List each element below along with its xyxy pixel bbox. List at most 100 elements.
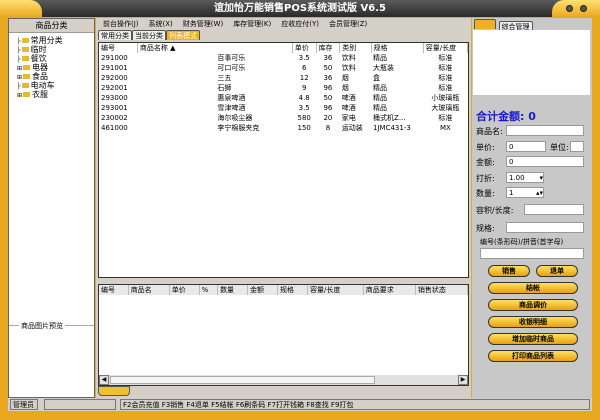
column-header[interactable]: 单价 [292,43,317,53]
table-cell: 293001 [101,104,128,112]
tree-item-label: 衣服 [32,90,49,99]
title-bar: 谊加怡万能销售POS系统测试版 V6.5 [0,0,600,17]
return-button[interactable]: 退单 [536,265,578,277]
tree-item[interactable]: ⊞ 电器 [11,63,94,72]
expand-icon[interactable]: ⊞ [17,74,22,81]
menu-item[interactable]: 财务管理(W) [183,20,223,28]
title-corner-right [552,0,600,17]
discount-label: 打折: [476,174,495,183]
expand-icon[interactable]: ⊞ [17,65,22,72]
table-cell: 家电 [341,114,356,122]
table-row[interactable]: 292000 三五 12 36 烟 盒 标准 [99,73,468,83]
chevron-down-icon[interactable]: ▾ [539,173,543,183]
volume-input[interactable] [524,204,584,215]
name-label: 商品名: [476,127,503,136]
category-header: 商品分类 [9,19,94,33]
table-cell: 50 [323,64,333,72]
column-header[interactable]: % [199,285,219,295]
tab-view[interactable]: 常用分类 [98,30,132,40]
discount-select[interactable]: 1.00 ▾ [506,172,544,183]
tab-view[interactable]: 列表模式 [166,30,200,40]
tree-item[interactable]: ⊞ 食品 [11,72,94,81]
tab-right-1[interactable] [474,19,496,29]
column-header[interactable]: 编号 [99,285,129,295]
tree-item[interactable]: ├ 临时 [11,45,94,54]
price-label: 单价: [476,143,495,152]
total-label: 合计金额: [476,110,525,123]
menu-item[interactable]: 应收应付(Y) [281,20,319,28]
menu-item[interactable]: 库存管理(K) [233,20,271,28]
tree-item[interactable]: ├ 电动车 [11,81,94,90]
table-row[interactable]: 293001 雪津啤酒 3.5 96 啤酒 精品 大玻璃瓶 [99,103,468,113]
add-temp-product-button[interactable]: 增加临时商品 [488,333,578,345]
product-name-input[interactable] [506,125,584,136]
table-cell: 36 [323,54,333,62]
total-value: 0 [528,110,536,123]
tab-view[interactable]: 当前分类 [132,30,166,40]
column-header[interactable]: 容量/长度 [423,43,469,53]
table-cell: 百事可乐 [217,54,246,62]
column-header[interactable]: 单价 [169,285,200,295]
column-header[interactable]: 商品名称 ▲ [137,43,293,53]
bottom-tab[interactable] [98,386,130,396]
scroll-left-icon[interactable]: ◀ [99,375,109,385]
preview-label: 商品图片预览 [19,321,65,331]
column-header[interactable]: 数量 [217,285,249,295]
column-header[interactable]: 规格 [371,43,424,53]
menu-item[interactable]: 前台操作(J) [103,20,139,28]
folder-icon [21,56,29,61]
stepper-icon[interactable]: ▴▾ [536,188,543,198]
table-cell: 461000 [101,124,128,132]
code-input[interactable] [480,248,584,259]
table-row[interactable]: 291000 百事可乐 3.5 36 饮料 精品 标准 [99,53,468,63]
horizontal-scrollbar[interactable]: ◀ ▶ [99,375,468,385]
menu-item[interactable]: 会员管理(Z) [329,20,367,28]
expand-icon[interactable]: ⊞ [17,92,22,99]
scroll-thumb[interactable] [110,376,375,384]
quantity-stepper[interactable]: 1 ▴▾ [506,187,544,198]
column-header[interactable]: 商品名 [128,285,170,295]
minimize-button[interactable] [566,5,573,12]
checkout-button[interactable]: 结帐 [488,282,578,294]
table-row[interactable]: 293000 惠泉啤酒 4.8 50 啤酒 精品 小玻璃瓶 [99,93,468,103]
table-cell: 雪津啤酒 [217,104,246,112]
tree-item[interactable]: ⊞ 衣服 [11,90,94,99]
price-input[interactable]: 0 [506,141,546,152]
adjust-price-button[interactable]: 商品调价 [488,299,578,311]
sell-button[interactable]: 销售 [488,265,530,277]
print-list-button[interactable]: 打印商品列表 [488,350,578,362]
table-cell: 8 [325,124,331,132]
scroll-right-icon[interactable]: ▶ [458,375,468,385]
column-header[interactable]: 编号 [99,43,138,53]
column-header[interactable]: 金额 [247,285,278,295]
column-header[interactable]: 规格 [277,285,308,295]
total-amount: 合计金额: 0 [476,108,536,124]
status-hotkeys: F2会员充值 F3销售 F4退单 F5结帐 F6刷条码 F7打开钱箱 F8查找 … [120,399,590,410]
cart-table: 编号 商品名 单价% 数量 金额 规格 容量/长度 商品要求 销售状态 ◀ ▶ [98,284,469,386]
table-cell: 291000 [101,54,128,62]
table-cell: 291001 [101,64,128,72]
column-header[interactable]: 销售状态 [415,285,469,295]
close-button[interactable] [580,5,587,12]
table-cell: 96 [323,84,333,92]
table-row[interactable]: 292001 石狮 9 96 烟 精品 标准 [99,83,468,93]
table-row[interactable]: 461000 李宁棉服夹克 150 8 运动装 1JMC431-3 MX [99,123,468,133]
tree-item[interactable]: ├ 餐饮 [11,54,94,63]
table-row[interactable]: 291001 可口可乐 6 50 饮料 大瓶装 标准 [99,63,468,73]
unit-input[interactable] [570,141,584,152]
column-header[interactable]: 类别 [339,43,372,53]
column-header[interactable]: 库存 [316,43,341,53]
cash-details-button[interactable]: 收银明细 [488,316,578,328]
column-header[interactable]: 容量/长度 [307,285,364,295]
table-cell: 96 [323,104,333,112]
amount-input[interactable]: 0 [506,156,584,167]
table-cell: 盒 [373,74,381,82]
tree-item-label: 电动车 [30,81,55,90]
column-header[interactable]: 商品要求 [363,285,416,295]
menu-item[interactable]: 系统(X) [149,20,173,28]
spec-input[interactable] [506,222,584,233]
tree-item[interactable]: ├ 常用分类 [11,36,94,45]
table-row[interactable]: 230002 海尔吸尘器 580 20 家电 桶式机Z... 标准 [99,113,468,123]
tree-line-icon: ├ [17,83,21,90]
tree-line-icon: ├ [17,38,21,45]
